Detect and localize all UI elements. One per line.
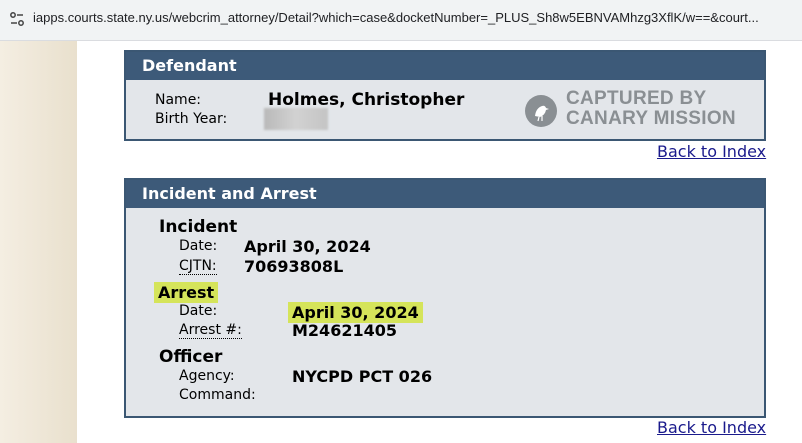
incident-date-label: Date: [179,238,218,254]
address-bar[interactable]: iapps.courts.state.ny.us/webcrim_attorne… [0,0,802,41]
side-panel [0,41,77,443]
defendant-panel: Defendant Name: Holmes, Christopher Birt… [124,50,766,141]
back-to-index-link-top[interactable]: Back to Index [657,142,766,161]
defendant-name: Holmes, Christopher [268,90,465,110]
agency-label: Agency: [179,368,235,384]
arrest-title: Arrest [154,282,219,303]
incident-arrest-panel: Incident and Arrest Incident Date: April… [124,178,766,418]
arrest-number-value: M24621405 [292,321,397,340]
officer-title: Officer [159,347,223,367]
cjtn-label: CJTN: [179,258,217,275]
cjtn-value: 70693808L [244,257,344,276]
arrest-date-value: April 30, 2024 [288,302,423,323]
arrest-date-label: Date: [179,303,218,319]
url-text[interactable]: iapps.courts.state.ny.us/webcrim_attorne… [33,10,759,25]
incident-date-value: April 30, 2024 [244,237,371,256]
incident-arrest-header: Incident and Arrest [126,180,764,208]
name-label: Name: [155,92,202,108]
canary-mission-watermark: CAPTURED BY CANARY MISSION [524,88,744,132]
birth-year-label: Birth Year: [155,111,228,127]
agency-value: NYCPD PCT 026 [292,367,433,386]
arrest-number-label: Arrest #: [179,322,242,339]
birth-year-redacted [264,108,328,130]
canary-bird-icon [525,95,557,127]
back-to-index-link-bottom[interactable]: Back to Index [657,418,766,437]
command-label: Command: [179,387,256,403]
site-settings-icon[interactable] [8,10,26,28]
incident-title: Incident [159,217,238,237]
defendant-header: Defendant [126,52,764,80]
watermark-text: CAPTURED BY CANARY MISSION [566,88,736,129]
